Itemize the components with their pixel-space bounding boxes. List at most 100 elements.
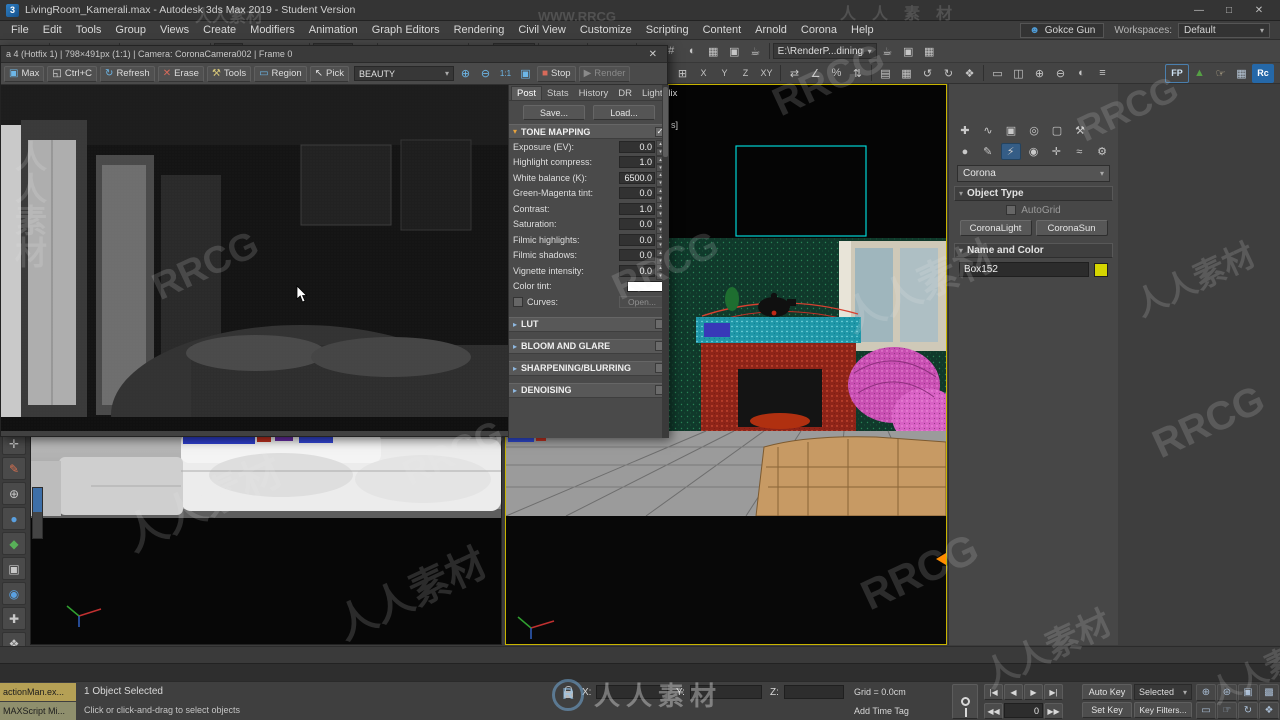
menu-corona[interactable]: Corona bbox=[794, 24, 844, 36]
add-time-tag[interactable]: Add Time Tag bbox=[854, 706, 909, 716]
toolbar2-icon-10[interactable]: ❖ bbox=[959, 64, 980, 83]
section-tone-mapping[interactable]: ▾ TONE MAPPING ✓ bbox=[509, 124, 669, 139]
toolbar2-icon-1[interactable]: ⊞ bbox=[672, 64, 693, 83]
corona-sun-button[interactable]: CoronaSun bbox=[1035, 220, 1108, 236]
category-lights[interactable]: ⚡ bbox=[1000, 143, 1021, 160]
zoom-extents-all-button[interactable]: ▩ bbox=[1259, 684, 1279, 701]
section-denoising[interactable]: ▸ DENOISING bbox=[509, 382, 669, 398]
filmic-shadows-field[interactable]: 0.0 bbox=[619, 249, 655, 262]
set-key-button[interactable]: Set Key bbox=[1082, 702, 1132, 718]
menu-group[interactable]: Group bbox=[108, 24, 153, 36]
workspace-dropdown[interactable]: Default ▾ bbox=[1178, 22, 1270, 38]
render-frame-buffer-button[interactable]: ▣ bbox=[898, 42, 919, 61]
menu-views[interactable]: Views bbox=[153, 24, 196, 36]
key-filters-button[interactable]: Key Filters... bbox=[1134, 702, 1192, 718]
z-coordinate-field[interactable] bbox=[784, 685, 844, 699]
category-geometry[interactable]: ● bbox=[955, 143, 975, 160]
set-keys-button[interactable] bbox=[952, 684, 978, 719]
spreadsheet-icon[interactable]: ▦ bbox=[1231, 64, 1252, 83]
scrollbar-thumb[interactable] bbox=[663, 87, 668, 157]
filmic-highlights-field[interactable]: 0.0 bbox=[619, 233, 655, 246]
vfb-zoom-1-1-icon[interactable]: 1:1 bbox=[497, 69, 514, 78]
menu-arnold[interactable]: Arnold bbox=[748, 24, 794, 36]
key-step-back-button[interactable]: ◀◀ bbox=[984, 703, 1003, 719]
menu-scripting[interactable]: Scripting bbox=[639, 24, 696, 36]
autogrid-checkbox[interactable] bbox=[1006, 205, 1017, 215]
menu-create[interactable]: Create bbox=[196, 24, 243, 36]
tab-hierarchy[interactable]: ▣ bbox=[1001, 122, 1021, 139]
menu-civil-view[interactable]: Civil View bbox=[511, 24, 572, 36]
menu-modifiers[interactable]: Modifiers bbox=[243, 24, 302, 36]
pan-view-button[interactable]: ☞ bbox=[1217, 702, 1237, 719]
orbit-button[interactable]: ↻ bbox=[1238, 702, 1258, 719]
category-space-warps[interactable]: ≈ bbox=[1069, 143, 1089, 160]
vfb-fit-icon[interactable]: ▣ bbox=[517, 67, 534, 80]
toolbar2-icon-5[interactable]: ⇅ bbox=[847, 64, 868, 83]
curves-open-button[interactable]: Open... bbox=[619, 295, 665, 308]
vfb-copy-button[interactable]: ◱ Ctrl+C bbox=[47, 65, 98, 82]
toolbar2-icon-9[interactable]: ↻ bbox=[938, 64, 959, 83]
toolbar2-icon-8[interactable]: ↺ bbox=[917, 64, 938, 83]
toolbar2-icon-6[interactable]: ▤ bbox=[875, 64, 896, 83]
category-cameras[interactable]: ◉ bbox=[1024, 143, 1044, 160]
tab-utilities[interactable]: ⚒ bbox=[1070, 122, 1090, 139]
corona-light-button[interactable]: CoronaLight bbox=[959, 220, 1032, 236]
vfb-tab-history[interactable]: History bbox=[574, 87, 614, 100]
toolbar2-icon-7[interactable]: ▦ bbox=[896, 64, 917, 83]
minimize-button[interactable]: — bbox=[1192, 5, 1206, 16]
tab-display[interactable]: ▢ bbox=[1047, 122, 1067, 139]
vfb-erase-button[interactable]: ✕ Erase bbox=[157, 65, 204, 82]
category-helpers[interactable]: ✛ bbox=[1046, 143, 1066, 160]
axis-constraint-xy[interactable]: XY bbox=[756, 64, 777, 83]
toolbar2-icon-11[interactable]: ▭ bbox=[987, 64, 1008, 83]
vfb-region-button[interactable]: ▭ Region bbox=[254, 65, 307, 82]
zoom-extents-button[interactable]: ▣ bbox=[1238, 684, 1258, 701]
exposure-field[interactable]: 0.0 bbox=[619, 140, 655, 153]
x-coordinate-field[interactable] bbox=[596, 685, 668, 699]
side-mini-toolbar-cell-active[interactable] bbox=[33, 488, 42, 512]
contrast-field[interactable]: 1.0 bbox=[619, 202, 655, 215]
menu-animation[interactable]: Animation bbox=[302, 24, 365, 36]
axis-constraint-y[interactable]: Y bbox=[714, 64, 735, 83]
vfb-tab-dr[interactable]: DR bbox=[613, 87, 637, 100]
tree-icon[interactable]: ▲ bbox=[1189, 64, 1210, 83]
user-account-chip[interactable]: ☻ Gokce Gun bbox=[1020, 22, 1105, 38]
tab-create[interactable]: ✚ bbox=[955, 122, 975, 139]
rollout-name-and-color[interactable]: ▾ Name and Color bbox=[954, 243, 1113, 258]
vfb-close-icon[interactable]: ✕ bbox=[644, 49, 662, 60]
zoom-region-button[interactable]: ▭ bbox=[1196, 702, 1216, 719]
menu-file[interactable]: File bbox=[4, 24, 36, 36]
axis-constraint-z[interactable]: Z bbox=[735, 64, 756, 83]
maxscript-mini-listener-pink[interactable]: actionMan.ex... bbox=[0, 683, 76, 701]
left-toolbar-icon-4[interactable]: ● bbox=[2, 507, 26, 530]
maximize-viewport-toggle[interactable]: ❖ bbox=[1259, 702, 1279, 719]
toolbar2-icon-13[interactable]: ⊕ bbox=[1029, 64, 1050, 83]
toolbar2-icon-16[interactable]: ≡ bbox=[1092, 64, 1113, 83]
vfb-zoom-out-icon[interactable]: ⊖ bbox=[477, 67, 494, 80]
key-step-forward-button[interactable]: ▶▶ bbox=[1044, 703, 1063, 719]
menu-tools[interactable]: Tools bbox=[69, 24, 109, 36]
vfb-title-bar[interactable]: a 4 (Hotfix 1) | 798×491px (1:1) | Camer… bbox=[1, 46, 667, 63]
side-mini-toolbar[interactable] bbox=[32, 487, 43, 539]
hand-icon[interactable]: ☞ bbox=[1210, 64, 1231, 83]
y-coordinate-field[interactable] bbox=[690, 685, 762, 699]
vignette-intensity-field[interactable]: 0.0 bbox=[619, 264, 655, 277]
object-name-field[interactable]: Box152 bbox=[959, 262, 1089, 277]
zoom-all-button[interactable]: ⊛ bbox=[1217, 684, 1237, 701]
saturation-field[interactable]: 0.0 bbox=[619, 218, 655, 231]
render-settings-button[interactable]: ▦ bbox=[919, 42, 940, 61]
vfb-render-button[interactable]: ▶ Render bbox=[578, 65, 631, 82]
vfb-channel-dropdown[interactable]: BEAUTY ▾ bbox=[353, 66, 454, 81]
render-setup-button[interactable]: ▦ bbox=[703, 42, 724, 61]
toolbar2-icon-15[interactable]: ◐ bbox=[1071, 64, 1092, 83]
left-toolbar-icon-7[interactable]: ◉ bbox=[2, 582, 26, 605]
previous-frame-button[interactable]: ◀ bbox=[1004, 684, 1023, 700]
vfb-render-canvas[interactable] bbox=[1, 85, 508, 505]
axis-constraint-x[interactable]: X bbox=[693, 64, 714, 83]
left-toolbar-icon-5[interactable]: ◆ bbox=[2, 532, 26, 555]
green-magenta-field[interactable]: 0.0 bbox=[619, 187, 655, 200]
vfb-tab-stats[interactable]: Stats bbox=[542, 87, 574, 100]
vfb-pick-button[interactable]: ↖ Pick bbox=[309, 65, 349, 82]
menu-help[interactable]: Help bbox=[844, 24, 881, 36]
toolbar2-icon-2[interactable]: ⇄ bbox=[784, 64, 805, 83]
